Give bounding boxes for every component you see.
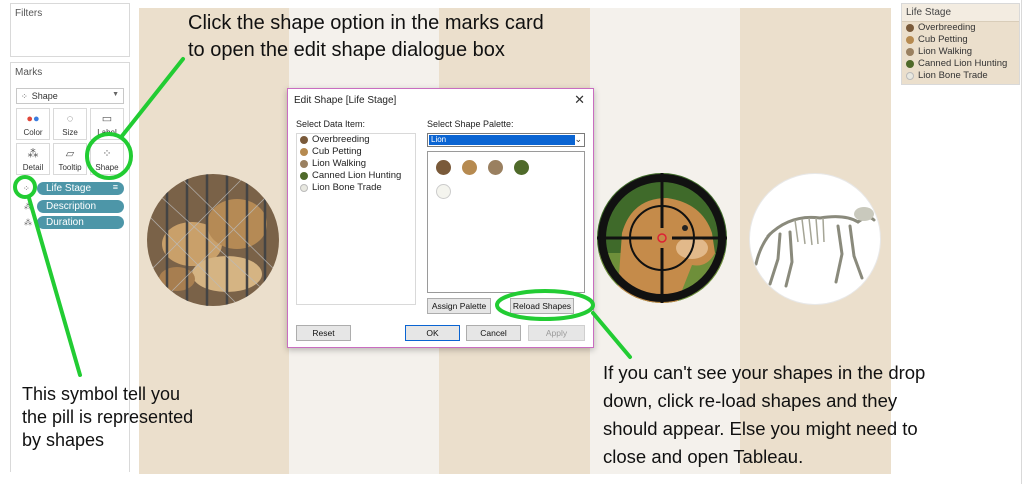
tableau-worksheet: Filters Marks ⁘ Shape ▼ ●● Color ◌ Size … xyxy=(0,0,1024,484)
shape-button-highlight xyxy=(85,132,133,180)
annotation-overlay xyxy=(13,57,632,377)
callout-line-right xyxy=(591,311,632,359)
callout-line-left xyxy=(27,196,82,377)
reload-button-highlight xyxy=(495,289,595,321)
callout-line-top xyxy=(120,57,185,138)
pill-icon-highlight xyxy=(13,175,37,199)
